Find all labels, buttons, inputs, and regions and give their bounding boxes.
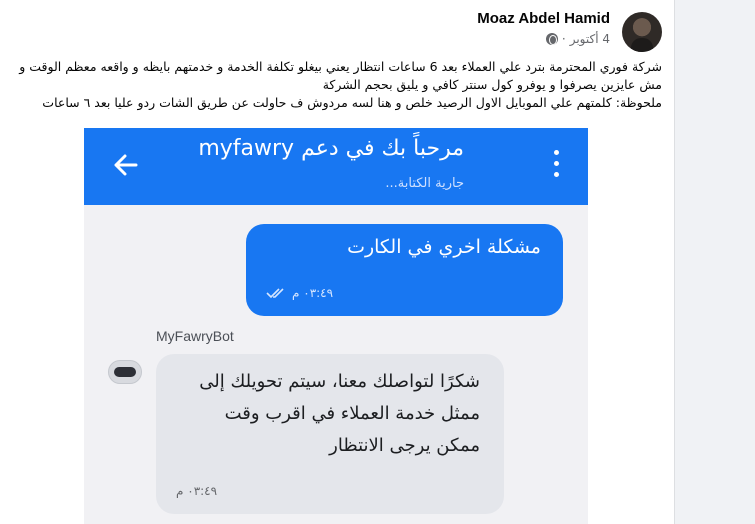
facebook-post: Moaz Abdel Hamid 4 أكتوبر · شركة فوري ال… <box>0 0 675 524</box>
post-date[interactable]: 4 أكتوبر <box>570 32 610 46</box>
globe-icon[interactable] <box>545 33 558 45</box>
author-name[interactable]: Moaz Abdel Hamid <box>477 10 610 27</box>
typing-status: جارية الكتابة... <box>385 176 464 191</box>
post-text: شركة فوري المحترمة بترد علي العملاء بعد … <box>7 58 662 112</box>
outgoing-message-text: مشكلة اخري في الكارت <box>347 236 541 258</box>
bot-avatar-icon <box>108 360 142 384</box>
arrow-left-icon <box>114 154 138 176</box>
attached-chat-screenshot[interactable]: مرحباً بك في دعم myfawry جارية الكتابة..… <box>84 128 588 524</box>
bot-name: MyFawryBot <box>156 328 234 344</box>
incoming-message-time: ٠٣:٤٩ م <box>176 484 218 498</box>
double-check-icon <box>266 288 284 299</box>
post-header: Moaz Abdel Hamid 4 أكتوبر · <box>262 8 662 52</box>
chat-topbar: مرحباً بك في دعم myfawry جارية الكتابة..… <box>84 128 588 205</box>
post-text-line: شركة فوري المحترمة بترد علي العملاء بعد … <box>19 59 662 92</box>
author-avatar[interactable] <box>622 12 662 52</box>
more-vertical-icon <box>554 150 560 182</box>
post-meta: 4 أكتوبر · <box>545 32 610 46</box>
chat-title: مرحباً بك في دعم myfawry <box>198 136 464 161</box>
outgoing-message-meta: ٠٣:٤٩ م <box>266 286 333 300</box>
outgoing-message-time: ٠٣:٤٩ م <box>292 286 334 300</box>
incoming-message: شكرًا لتواصلك معنا، سيتم تحويلك إلى ممثل… <box>156 354 504 514</box>
incoming-message-text: شكرًا لتواصلك معنا، سيتم تحويلك إلى ممثل… <box>199 371 480 456</box>
outgoing-message: مشكلة اخري في الكارت ٠٣:٤٩ م <box>246 224 563 316</box>
post-text-line: ملحوظة: كلمتهم علي الموبايل الاول الرصيد… <box>42 95 662 110</box>
